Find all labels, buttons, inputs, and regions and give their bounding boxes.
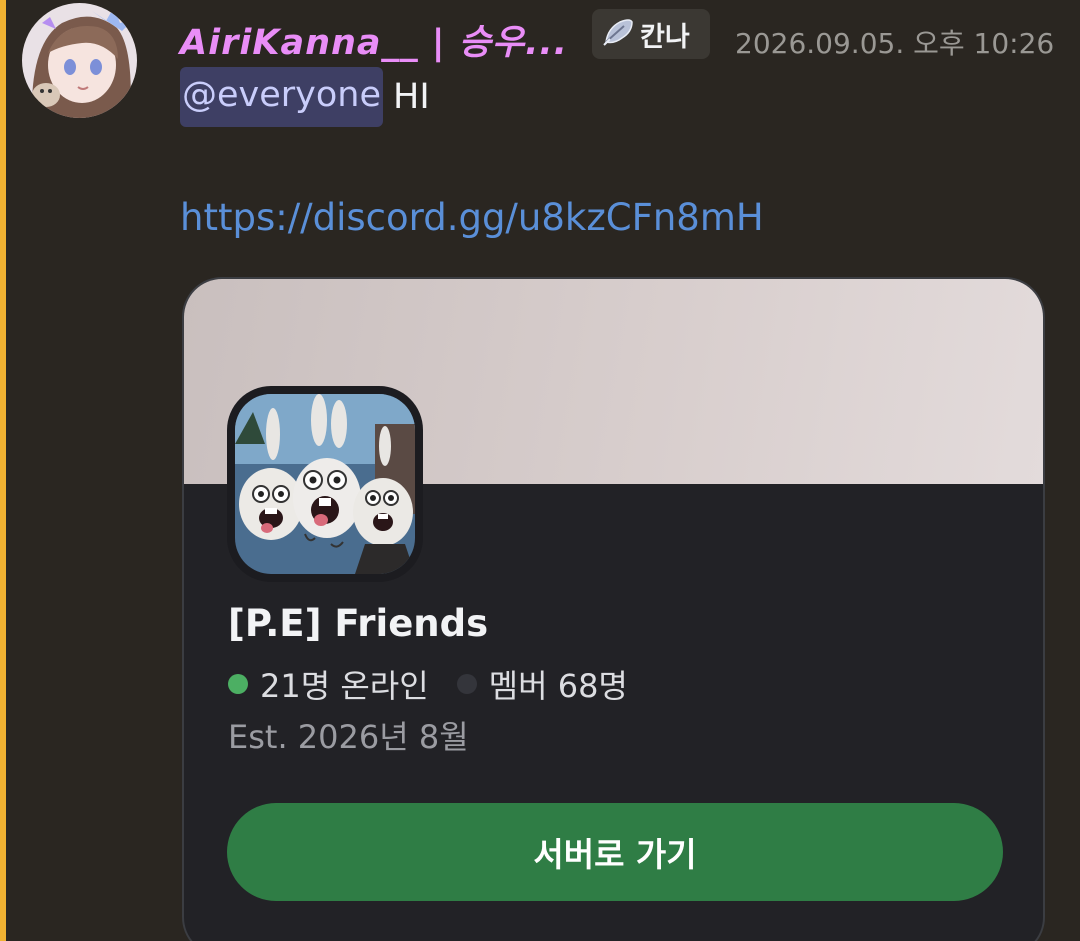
mention-highlight-bar — [0, 0, 6, 941]
user-avatar[interactable] — [22, 3, 137, 118]
server-tag[interactable]: 칸나 — [592, 9, 710, 59]
invite-link[interactable]: https://discord.gg/u8kzCFn8mH — [180, 196, 764, 239]
online-count: 21명 온라인 — [260, 667, 429, 705]
online-status-dot — [228, 674, 248, 694]
chat-message: AiriKanna__ | 승우... 칸나 2026.09.05. 오후 10… — [0, 0, 1080, 941]
feather-icon — [602, 18, 634, 50]
member-status-dot — [456, 674, 477, 694]
message-content: @everyone HI — [180, 66, 430, 128]
server-icon[interactable] — [227, 386, 423, 582]
join-server-button[interactable]: 서버로 가기 — [227, 803, 1003, 901]
server-invite-card: [P.E] Friends 21명 온라인 멤버 68명 Est. 2026년 … — [182, 277, 1045, 941]
message-header: AiriKanna__ | 승우... 칸나 2026.09.05. 오후 10… — [180, 8, 1060, 68]
everyone-mention[interactable]: @everyone — [180, 67, 384, 127]
server-tag-label: 칸나 — [640, 21, 690, 53]
server-icon-image — [235, 394, 415, 574]
server-stats: 21명 온라인 멤버 68명 — [228, 661, 628, 707]
username[interactable]: AiriKanna__ | 승우... — [180, 14, 568, 65]
server-name: [P.E] Friends — [228, 602, 489, 645]
server-established-date: Est. 2026년 8월 — [228, 718, 469, 756]
message-timestamp: 2026.09.05. 오후 10:26 — [735, 27, 1055, 60]
message-text: HI — [393, 77, 430, 117]
member-count: 멤버 68명 — [488, 667, 628, 705]
